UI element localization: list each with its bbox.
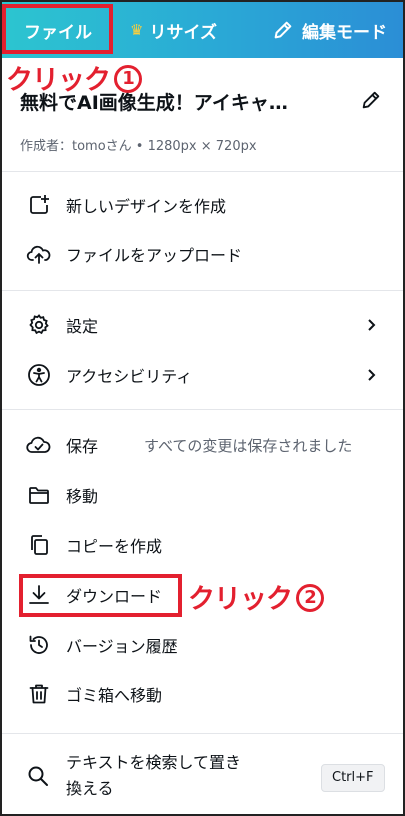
accessibility-icon <box>26 362 52 388</box>
menu-item-upload[interactable]: ファイルをアップロード <box>2 231 403 277</box>
rename-title-button[interactable] <box>357 86 385 114</box>
download-highlight-box <box>19 574 182 617</box>
menu-label: ファイルをアップロード <box>66 246 243 265</box>
click-annotation-2-text: クリック <box>188 584 293 615</box>
copy-icon <box>26 532 52 558</box>
document-meta: 作成者：tomoさん • 1280px × 720px <box>20 139 257 154</box>
keyboard-shortcut: Ctrl+F <box>321 764 385 792</box>
menu-item-move[interactable]: 移動 <box>2 472 403 518</box>
divider <box>2 290 403 291</box>
history-icon <box>26 632 52 658</box>
crown-icon: ♛ <box>130 21 144 39</box>
menu-item-settings[interactable]: 設定 <box>2 302 403 348</box>
chevron-right-icon <box>363 317 379 333</box>
menu-item-accessibility[interactable]: アクセシビリティ <box>2 352 403 398</box>
menu-label: 設定 <box>66 317 99 336</box>
cloud-check-icon <box>26 432 52 458</box>
click-annotation-2: クリック 2 <box>188 577 324 616</box>
trash-icon <box>26 681 52 707</box>
chevron-right-icon <box>363 367 379 383</box>
menu-label: バージョン履歴 <box>66 637 178 656</box>
menu-label: 保存 <box>66 437 99 456</box>
menu-label: 新しいデザインを作成 <box>66 197 227 216</box>
menu-item-new-design[interactable]: 新しいデザインを作成 <box>2 182 403 228</box>
cloud-upload-icon <box>26 241 52 267</box>
menu-item-save[interactable]: 保存 すべての変更は保存されました <box>2 422 403 468</box>
document-title: 無料でAI画像生成！アイキャ… <box>20 92 288 114</box>
edit-mode-label: 編集モード <box>302 22 387 43</box>
menu-label: 移動 <box>66 487 99 506</box>
menu-label: アクセシビリティ <box>66 367 193 386</box>
resize-button[interactable]: ♛ リサイズ <box>130 2 217 58</box>
menu-item-find-replace[interactable]: テキストを検索して置き換える Ctrl+F <box>2 748 403 808</box>
divider <box>2 733 403 734</box>
search-icon <box>26 764 52 790</box>
divider <box>2 171 403 172</box>
menu-label: テキストを検索して置き換える <box>66 753 242 798</box>
divider <box>2 409 403 410</box>
save-status: すべての変更は保存されました <box>144 436 353 455</box>
resize-label: リサイズ <box>149 22 217 43</box>
menu-label: ゴミ箱へ移動 <box>66 686 163 705</box>
menu-item-version-history[interactable]: バージョン履歴 <box>2 622 403 668</box>
file-highlight-box <box>2 4 113 54</box>
pencil-icon <box>360 89 382 111</box>
menu-item-trash[interactable]: ゴミ箱へ移動 <box>2 671 403 717</box>
menu-label: コピーを作成 <box>66 537 163 556</box>
gear-icon <box>26 312 52 338</box>
pencil-icon <box>272 19 302 41</box>
new-design-icon <box>26 192 52 218</box>
edit-mode-button[interactable]: 編集モード <box>272 2 387 58</box>
click-annotation-2-number: 2 <box>296 583 324 612</box>
menu-item-copy[interactable]: コピーを作成 <box>2 522 403 568</box>
folder-icon <box>26 482 52 508</box>
